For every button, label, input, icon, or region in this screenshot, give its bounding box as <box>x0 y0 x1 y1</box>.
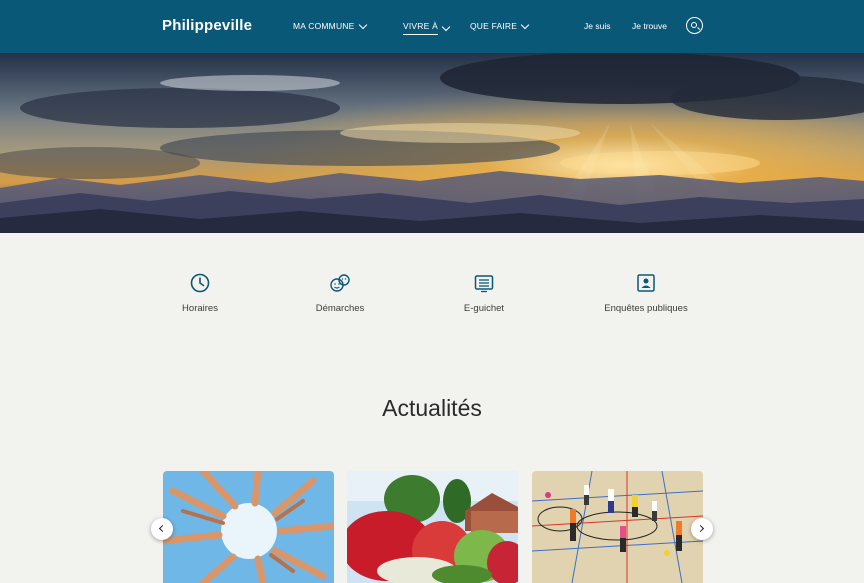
nav-label: MA COMMUNE <box>293 21 355 31</box>
nav-que-faire[interactable]: QUE FAIRE <box>470 20 530 31</box>
site-header: Philippeville MA COMMUNE VIVRE À QUE FAI… <box>0 0 864 53</box>
id-card-icon <box>637 274 655 292</box>
nav-label: QUE FAIRE <box>470 21 518 31</box>
list-icon <box>474 275 494 293</box>
search-icon <box>691 21 697 28</box>
carousel-prev-button[interactable] <box>151 518 173 540</box>
smileys-icon <box>330 274 350 292</box>
quick-link-enquetes-publiques[interactable]: Enquêtes publiques <box>581 272 711 314</box>
nav-label: VIVRE À <box>403 21 438 35</box>
quick-link-horaires[interactable]: Horaires <box>135 272 265 314</box>
quick-link-label: Démarches <box>315 303 365 314</box>
link-je-suis[interactable]: Je suis <box>584 21 610 31</box>
page: Philippeville MA COMMUNE VIVRE À QUE FAI… <box>0 0 864 583</box>
hero-banner <box>0 53 864 233</box>
chevron-down-icon <box>520 20 530 29</box>
search-button[interactable] <box>686 17 703 34</box>
quick-link-label: Enquêtes publiques <box>604 303 688 314</box>
nav-vivre-a[interactable]: VIVRE À <box>403 21 451 35</box>
quick-link-demarches[interactable]: Démarches <box>275 272 405 314</box>
hero-mountain-sunset-image <box>0 53 864 233</box>
clock-icon <box>190 273 210 293</box>
chevron-right-icon <box>696 524 705 533</box>
quick-link-label: E-guichet <box>463 303 505 314</box>
news-card[interactable] <box>532 471 703 583</box>
chevron-down-icon <box>441 22 451 31</box>
carousel-next-button[interactable] <box>691 518 713 540</box>
quick-link-label: Horaires <box>182 303 218 314</box>
chevron-down-icon <box>358 20 367 29</box>
news-section-title: Actualités <box>382 395 482 421</box>
news-card[interactable] <box>347 471 518 583</box>
nav-ma-commune[interactable]: MA COMMUNE <box>293 20 367 31</box>
red-shrubs-garden-photo <box>347 471 518 583</box>
site-logo[interactable]: Philippeville <box>162 17 252 34</box>
quick-link-e-guichet[interactable]: E-guichet <box>419 272 549 314</box>
children-gym-photo <box>532 471 703 583</box>
chevron-left-icon <box>158 524 167 533</box>
news-card[interactable] <box>163 471 334 583</box>
link-je-trouve[interactable]: Je trouve <box>632 21 667 31</box>
hands-circle-photo <box>163 471 334 583</box>
